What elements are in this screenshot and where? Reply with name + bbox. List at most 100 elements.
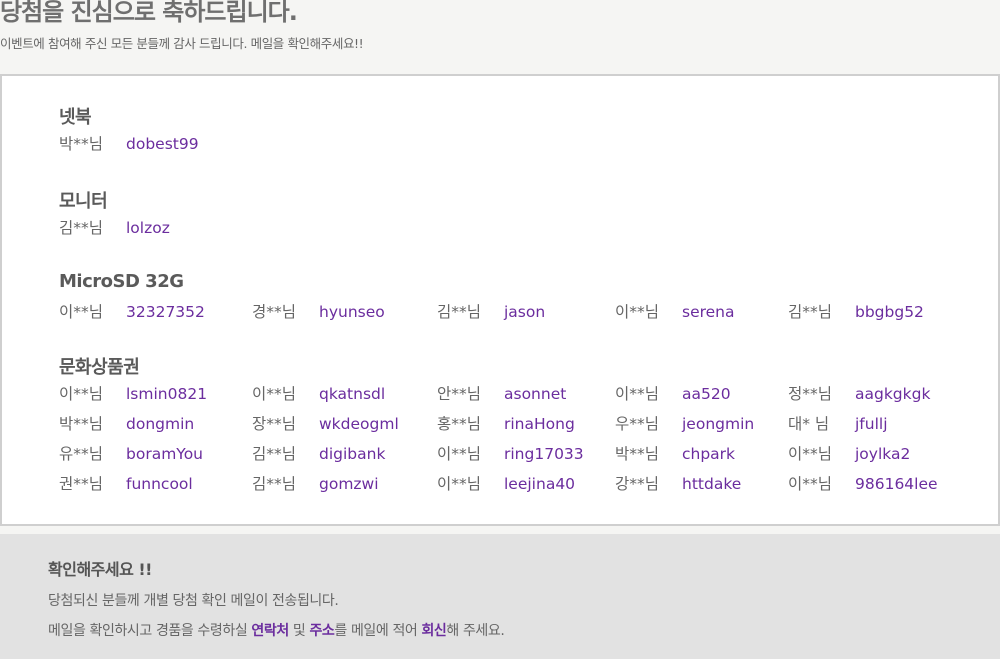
winner-name: 대* 님: [788, 415, 830, 433]
winner-id: jeongmin: [682, 415, 755, 433]
winner-name: 김**님: [252, 475, 297, 493]
winner-id: asonnet: [504, 385, 567, 403]
winner-entry: 김**님 bbgbg52: [788, 302, 924, 322]
category-title-netbook: 넷북: [59, 107, 92, 128]
winner-name: 박**님: [59, 415, 104, 433]
winner-name: 이**님: [615, 385, 660, 403]
winner-name: 김**님: [59, 219, 104, 237]
page-subtitle: 이벤트에 참여해 주신 모든 분들께 감사 드립니다. 메일을 확인해주세요!!: [0, 36, 364, 51]
winner-id: lolzoz: [126, 219, 170, 237]
winner-id: dongmin: [126, 415, 195, 433]
winner-id: jfullj: [855, 415, 888, 433]
winner-id: joylka2: [855, 445, 911, 463]
winner-id: serena: [682, 303, 735, 321]
category-title-microsd: MicroSD 32G: [59, 271, 184, 292]
winner-id: leejina40: [504, 475, 576, 493]
winner-entry: 이**님 qkatnsdl: [252, 384, 385, 404]
winner-id: aagkgkgk: [855, 385, 931, 403]
winner-id: funncool: [126, 475, 193, 493]
winner-entry: 김**님 jason: [437, 302, 545, 322]
winner-id: dobest99: [126, 135, 199, 153]
notice-text: 및: [288, 623, 310, 639]
winner-id: boramYou: [126, 445, 204, 463]
notice-line-2: 메일을 확인하시고 경품을 수령하실 연락처 및 주소를 메일에 적어 회신해 …: [48, 620, 505, 640]
winner-entry: 박**님 chpark: [615, 444, 735, 464]
winner-entry: 이**님 leejina40: [437, 474, 575, 494]
winner-entry: 권**님 funncool: [59, 474, 193, 494]
winner-name: 박**님: [59, 135, 104, 153]
winner-entry: 이**님 serena: [615, 302, 735, 322]
category-title-gift-certificate: 문화상품권: [59, 357, 140, 378]
page-title: 당첨을 진심으로 축하드립니다.: [0, 0, 298, 26]
winner-id: httdake: [682, 475, 742, 493]
winner-entry: 대* 님 jfullj: [788, 414, 888, 434]
winner-name: 이**님: [437, 475, 482, 493]
highlight-reply: 회신: [421, 623, 447, 639]
winner-name: 이**님: [788, 475, 833, 493]
winner-id: jason: [504, 303, 546, 321]
highlight-address: 주소: [309, 623, 335, 639]
winner-name: 홍**님: [437, 415, 482, 433]
winner-name: 권**님: [59, 475, 104, 493]
winner-name: 우**님: [615, 415, 660, 433]
winner-id: 32327352: [126, 303, 205, 321]
winner-entry: 이**님 joylka2: [788, 444, 910, 464]
winner-id: qkatnsdl: [319, 385, 386, 403]
winner-name: 장**님: [252, 415, 297, 433]
winner-entry: 안**님 asonnet: [437, 384, 566, 404]
winner-id: lsmin0821: [126, 385, 208, 403]
winner-id: digibank: [319, 445, 386, 463]
winner-entry: 유**님 boramYou: [59, 444, 203, 464]
winner-entry: 경**님 hyunseo: [252, 302, 385, 322]
winner-entry: 홍**님 rinaHong: [437, 414, 575, 434]
winner-name: 강**님: [615, 475, 660, 493]
winner-entry: 강**님 httdake: [615, 474, 741, 494]
winner-name: 이**님: [59, 385, 104, 403]
winner-id: gomzwi: [319, 475, 379, 493]
winner-id: hyunseo: [319, 303, 385, 321]
notice-text: 메일을 확인하시고 경품을 수령하실: [48, 623, 252, 639]
winner-entry: 김**님 lolzoz: [59, 218, 170, 238]
winner-entry: 이**님 aa520: [615, 384, 731, 404]
winner-entry: 이**님 ring17033: [437, 444, 584, 464]
winner-name: 경**님: [252, 303, 297, 321]
winner-id: rinaHong: [504, 415, 575, 433]
notice-line-1: 당첨되신 분들께 개별 당첨 확인 메일이 전송됩니다.: [48, 593, 339, 609]
winner-entry: 박**님 dongmin: [59, 414, 194, 434]
winner-name: 유**님: [59, 445, 104, 463]
winner-id: 986164lee: [855, 475, 938, 493]
winner-entry: 박**님 dobest99: [59, 134, 199, 154]
winner-entry: 장**님 wkdeogml: [252, 414, 399, 434]
winner-id: wkdeogml: [319, 415, 399, 433]
notice-text: 를 메일에 적어: [334, 623, 422, 639]
winner-id: bbgbg52: [855, 303, 924, 321]
category-title-monitor: 모니터: [59, 191, 108, 212]
winner-name: 이**님: [788, 445, 833, 463]
winner-id: chpark: [682, 445, 736, 463]
winner-entry: 이**님 lsmin0821: [59, 384, 207, 404]
winner-entry: 이**님 986164lee: [788, 474, 938, 494]
winners-panel: 넷북 박**님 dobest99 모니터 김**님 lolzoz MicroSD 3…: [0, 74, 1000, 526]
notice-title: 확인해주세요 !!: [48, 560, 152, 579]
winner-entry: 김**님 digibank: [252, 444, 385, 464]
winner-name: 안**님: [437, 385, 482, 403]
winner-name: 정**님: [788, 385, 833, 403]
winner-entry: 이**님 32327352: [59, 302, 205, 322]
winner-name: 김**님: [788, 303, 833, 321]
winner-name: 이**님: [437, 445, 482, 463]
winner-name: 이**님: [59, 303, 104, 321]
winner-id: aa520: [682, 385, 731, 403]
winner-name: 이**님: [615, 303, 660, 321]
winner-name: 이**님: [252, 385, 297, 403]
winner-entry: 김**님 gomzwi: [252, 474, 379, 494]
winner-id: ring17033: [504, 445, 584, 463]
notice-text: 해 주세요.: [446, 623, 505, 639]
highlight-contact: 연락처: [251, 623, 289, 639]
winner-name: 박**님: [615, 445, 660, 463]
winner-entry: 우**님 jeongmin: [615, 414, 754, 434]
winner-name: 김**님: [437, 303, 482, 321]
winner-name: 김**님: [252, 445, 297, 463]
winner-entry: 정**님 aagkgkgk: [788, 384, 930, 404]
page: 당첨을 진심으로 축하드립니다. 이벤트에 참여해 주신 모든 분들께 감사 드…: [0, 0, 1000, 659]
notice-panel: 확인해주세요 !! 당첨되신 분들께 개별 당첨 확인 메일이 전송됩니다. 메…: [0, 534, 1000, 659]
